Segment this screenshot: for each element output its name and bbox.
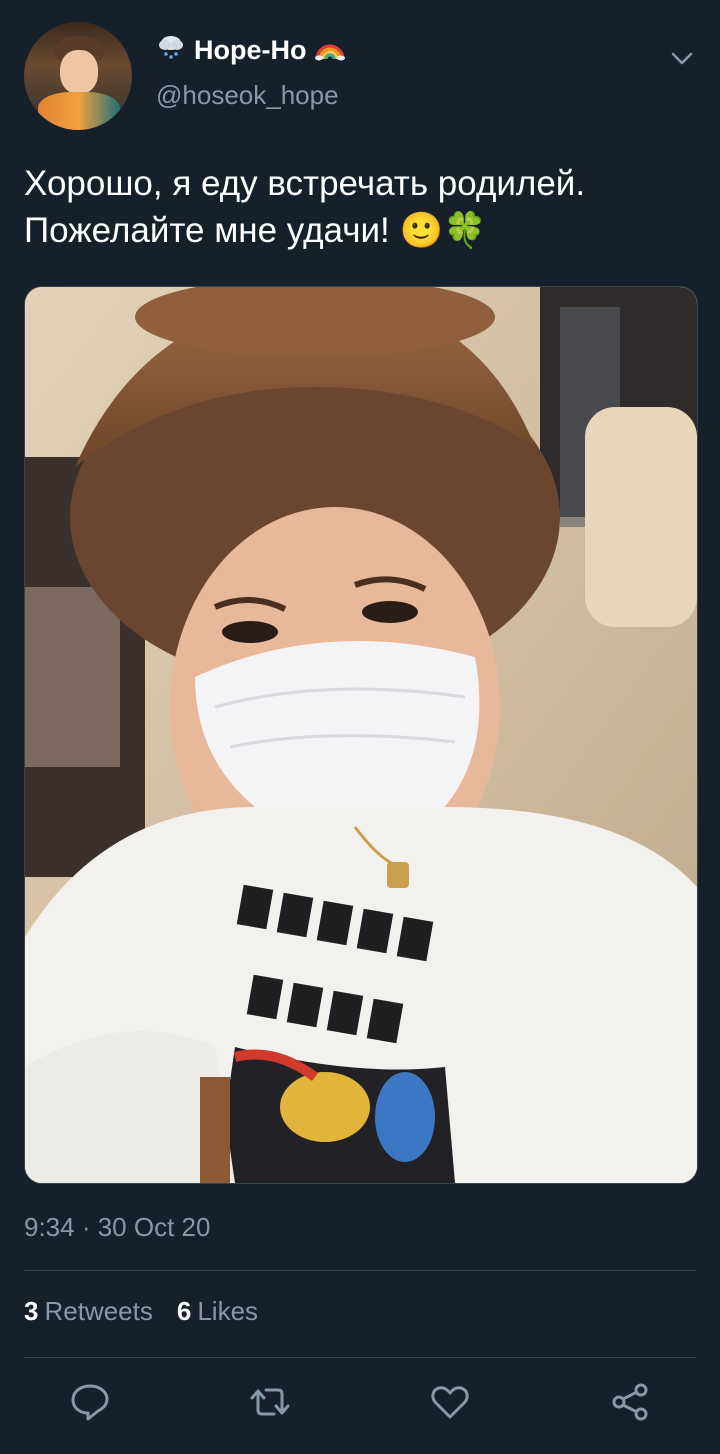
heart-icon [428,1386,472,1428]
tweet-stats: 3 Retweets 6 Likes [24,1296,258,1327]
avatar[interactable] [24,22,132,130]
avatar-face [60,50,98,94]
like-button[interactable] [428,1380,472,1424]
cloud-snow-icon [156,32,186,69]
retweet-button[interactable] [248,1380,292,1424]
display-name-row[interactable]: Hope-Ho [156,32,346,69]
share-icon [608,1383,652,1428]
retweet-icon [248,1388,292,1428]
rainbow-icon [314,33,346,68]
tweet-image[interactable] [24,286,698,1184]
speech-bubble-icon [68,1384,112,1428]
divider-bottom [24,1357,696,1358]
divider-top [24,1270,696,1271]
chevron-down-icon[interactable] [668,44,696,72]
retweets-label: Retweets [44,1296,153,1326]
tweet-text: Хорошо, я еду встречать родилей. Пожелай… [24,164,586,250]
likes-stat[interactable]: 6 Likes [177,1296,258,1327]
reply-button[interactable] [68,1380,112,1424]
display-name: Hope-Ho [194,35,307,65]
selfie-photo [25,287,697,1183]
share-button[interactable] [608,1380,652,1424]
likes-label: Likes [197,1296,259,1326]
likes-count: 6 [176,1296,192,1326]
tweet-header: Hope-Ho @hoseok_hope [24,22,696,130]
retweets-count: 3 [24,1296,39,1326]
retweets-stat[interactable]: 3 Retweets [24,1296,153,1327]
tweet-timestamp[interactable]: 9:34 · 30 Oct 20 [24,1212,210,1243]
tweet-actions [0,1380,720,1430]
avatar-scarf [38,92,120,130]
user-handle[interactable]: @hoseok_hope [156,80,339,111]
